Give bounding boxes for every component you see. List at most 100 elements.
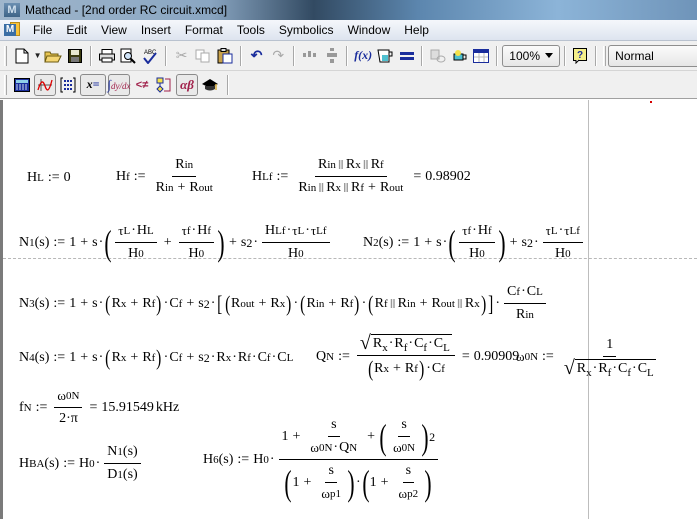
math-glyph: · (632, 361, 637, 376)
matrix-icon[interactable] (57, 74, 79, 96)
print-preview-icon[interactable] (117, 45, 139, 67)
toolbar-separator (421, 45, 424, 66)
math-glyph: s (92, 295, 98, 311)
math-glyph: ω 0N 2·π (54, 387, 83, 428)
math-glyph: 1 (603, 336, 617, 357)
math-glyph: · (210, 350, 216, 365)
math-glyph: ‖ (456, 296, 463, 311)
symbolic-icon[interactable] (199, 74, 221, 96)
equation-HL[interactable]: HL := 0 (27, 170, 71, 186)
assign-op: := (133, 168, 146, 184)
math-glyph: + (130, 295, 139, 311)
math-glyph: + (367, 428, 376, 444)
math-glyph: s (436, 234, 442, 250)
paste-icon[interactable] (214, 45, 236, 67)
math-glyph: + (80, 295, 89, 311)
math-glyph: + (303, 474, 312, 490)
menu-help[interactable]: Help (397, 20, 436, 41)
redo-icon[interactable]: ↷ (267, 45, 289, 67)
math-glyph: s (325, 462, 337, 483)
menu-view[interactable]: View (94, 20, 134, 41)
math-glyph: H Lf · τ L · τ Lf H 0 (262, 222, 330, 263)
menu-edit[interactable]: Edit (59, 20, 94, 41)
menu-file[interactable]: File (26, 20, 59, 41)
component-wizard-icon[interactable] (449, 45, 471, 67)
document-icon[interactable]: M (4, 22, 22, 38)
graph-icon[interactable] (34, 73, 56, 96)
math-glyph: f (403, 342, 408, 354)
equation-N4[interactable]: N 4 (s) := 1 + s · (Rx + Rf) · Cf + s 2 · Rx · Rf · Cf · C… (19, 347, 293, 369)
evaluation-icon[interactable]: x= (80, 73, 106, 96)
greek-icon[interactable]: αβ (176, 73, 198, 96)
menu-window[interactable]: Window (341, 20, 398, 41)
print-icon[interactable] (96, 45, 118, 67)
equation-N1[interactable]: N 1 (s) := 1 + s · ( τ L · H L H 0 + τ f · Hf H 0 ) + s 2 ·… (19, 222, 333, 263)
math-glyph: := (338, 349, 350, 364)
var-H: H (27, 170, 38, 185)
var-R: R (326, 180, 336, 195)
math-glyph: · (232, 350, 237, 365)
toolbar-grip[interactable] (4, 74, 7, 95)
toolbar-grip[interactable] (603, 45, 607, 66)
programming-icon[interactable] (153, 74, 175, 96)
help-icon[interactable]: ? (570, 45, 592, 67)
equation-N3[interactable]: N 3 (s) := 1 + s · (Rx + Rf) · Cf + s 2 · [(Rout + Rx)… (19, 283, 549, 324)
open-folder-icon[interactable] (42, 45, 64, 67)
save-icon[interactable] (64, 45, 86, 67)
toolbar-separator (346, 45, 349, 66)
style-dropdown[interactable]: Normal (608, 44, 697, 67)
equation-N2[interactable]: N 2 (s) := 1 + s · ( τ f · Hf H 0 ) + s 2 · τ L · τ Lf H 0 (363, 222, 586, 263)
cut-icon[interactable]: ✂ (171, 45, 193, 67)
zoom-dropdown[interactable]: 100% (502, 44, 560, 67)
math-glyph: H (253, 451, 264, 467)
math-glyph: · (442, 234, 448, 250)
menu-tools[interactable]: Tools (230, 20, 272, 41)
insert-function-icon[interactable]: f(x) (352, 45, 374, 67)
math-glyph: N (363, 234, 374, 250)
copy-icon[interactable] (192, 45, 214, 67)
insert-unit-icon[interactable] (374, 45, 396, 67)
math-glyph: := (237, 451, 250, 467)
align-down-icon[interactable] (321, 45, 343, 67)
toolbar-separator (164, 45, 167, 66)
equation-QN[interactable]: QN := √ Rx·Rf·Cf·CL (Rx + Rf) · Cf = 0.90909 (316, 333, 519, 380)
calculate-icon[interactable] (396, 45, 418, 67)
math-glyph: 1 (69, 350, 77, 365)
run-mathconnex-icon[interactable] (471, 45, 493, 67)
math-glyph: s (198, 350, 204, 365)
equation-HLf[interactable]: H Lf := Rin ‖ Rx ‖ Rf Rin ‖ Rx ‖ Rf + Rout = 0.9890… (252, 156, 471, 197)
equation-Hf[interactable]: Hf := Rin Rin + Rout (116, 156, 219, 197)
toolbar-grip[interactable] (4, 45, 7, 66)
spell-check-icon[interactable]: ABC (139, 45, 161, 67)
math-glyph: + (419, 295, 428, 311)
parallel-op: ‖ (343, 181, 350, 195)
math-glyph: H0 (188, 246, 205, 261)
boolean-icon[interactable]: <≠ (131, 74, 153, 96)
equation-H6[interactable]: H 6 (s) := H 0 · 1 + s ω 0N · Q N + (s ω 0N) 2 (1 + s ω p… (203, 416, 441, 503)
menu-format[interactable]: Format (178, 20, 230, 41)
math-glyph: + (163, 234, 172, 250)
math-glyph: := (63, 455, 75, 471)
undo-icon[interactable]: ↶ (246, 45, 268, 67)
menu-insert[interactable]: Insert (134, 20, 178, 41)
equation-HBA[interactable]: H BA (s) := H 0 · N 1 (s) D 1 (s) (19, 443, 144, 484)
insert-hyperlink-icon[interactable] (427, 45, 449, 67)
math-glyph: R (142, 350, 152, 365)
math-glyph: · (253, 234, 259, 250)
new-dropdown-icon[interactable]: ▼ (33, 51, 43, 60)
new-document-icon[interactable] (11, 45, 33, 67)
math-glyph: (s) (34, 350, 50, 365)
math-glyph: H (78, 455, 90, 471)
math-glyph: C (526, 284, 537, 299)
equation-omega0N[interactable]: ω 0N := 1 √ Rx·Rf·Cf·CL (516, 336, 662, 379)
math-glyph: ω (393, 440, 402, 455)
calculator-icon[interactable] (11, 74, 33, 96)
assign-op: := (276, 168, 289, 184)
math-glyph: 1 (281, 428, 289, 444)
math-glyph: R (270, 295, 280, 311)
align-across-icon[interactable] (299, 45, 321, 67)
worksheet[interactable]: HL := 0 Hf := Rin Rin + Rout H Lf := Rin ‖ Rx… (0, 100, 697, 519)
equation-fN[interactable]: fN := ω 0N 2·π = 15.91549 kHz (19, 387, 179, 428)
calculus-icon[interactable]: ∫dy/dx (107, 73, 131, 96)
menu-symbolics[interactable]: Symbolics (272, 20, 341, 41)
